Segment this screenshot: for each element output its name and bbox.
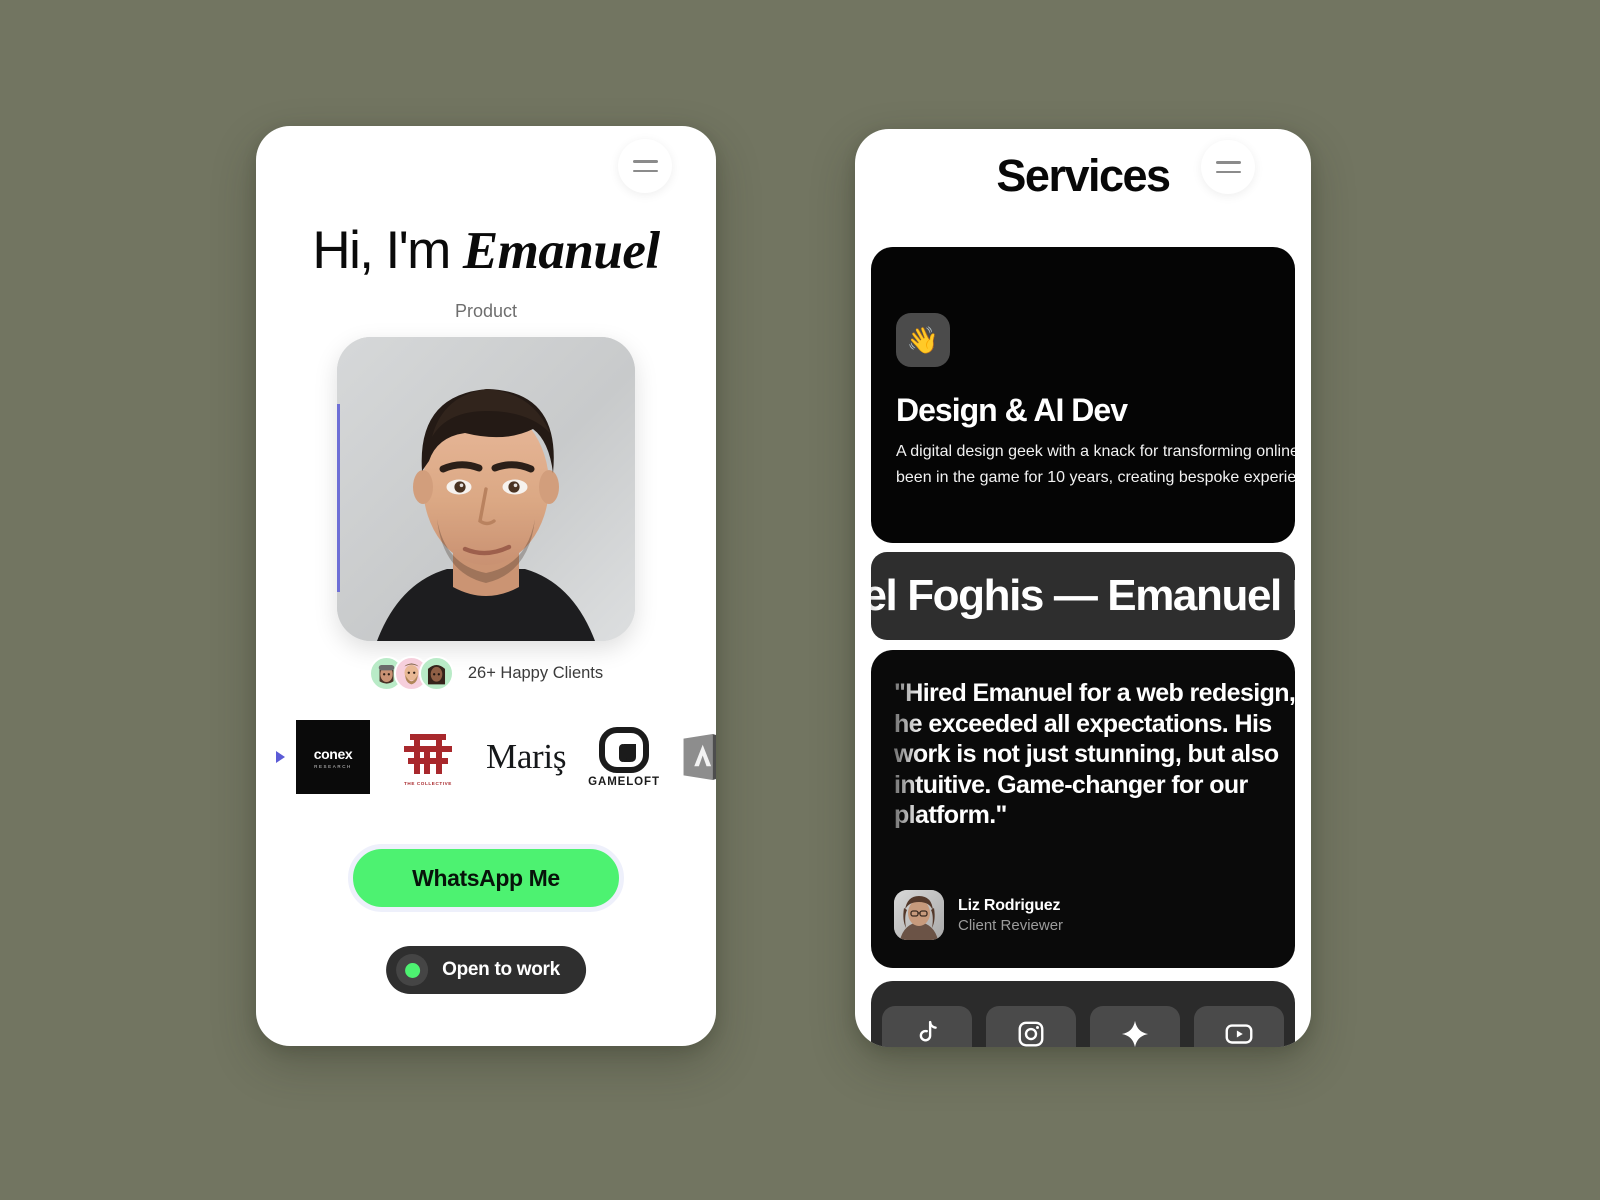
tiktok-icon[interactable] [882,1006,972,1047]
avatar [418,656,454,691]
testimonial-quote: "Hired Emanuel for a web redesign, he ex… [894,679,1295,829]
instagram-glyph [1018,1021,1044,1047]
tiktok-glyph [919,1020,937,1042]
status-badge[interactable]: Open to work [386,946,586,994]
testimonial-author: Liz Rodriguez Client Reviewer [894,890,1063,940]
portrait-illustration [337,337,635,641]
service-body-line-2: been in the game for 10 years, creating … [896,468,1295,486]
reviewer-name: Liz Rodriguez [958,896,1061,914]
menu-bar-1 [1215,161,1241,164]
client-logo-conex: conex RESEARCH [296,720,370,794]
status-dot [404,962,420,978]
collective-stamp-icon [404,733,452,774]
client-logo-gameloft: GAMELOFT [588,720,660,794]
menu-bar-1 [632,160,658,163]
hamburger-menu-icon[interactable] [618,139,672,193]
reviewer-role: Client Reviewer [958,916,1064,934]
name-marquee-text: uel Foghis — Emanuel Foghis — Eman [871,571,1295,620]
memoji-3-icon [427,664,445,685]
greeting-prefix: Hi, I'm [312,221,463,280]
hero-subtitle: Product [454,301,518,321]
phone-mockup-left: Hi, I'm Emanuel Product 26+ Happy Client… [256,126,716,1046]
portrait-photo [337,337,635,641]
phone-mockup-right: Services 👋 Design & AI Dev A digital des… [855,129,1311,1047]
name-marquee: uel Foghis — Emanuel Foghis — Eman [871,552,1295,640]
whatsapp-button[interactable]: WhatsApp Me [348,844,624,912]
screenshot-stage: Hi, I'm Emanuel Product 26+ Happy Client… [0,0,1600,1200]
happy-clients-row: 26+ Happy Clients [256,656,716,691]
status-dot-container [396,954,429,986]
status-badge-label: Open to work [442,959,560,980]
youtube-glyph [1225,1024,1253,1044]
hero-name: Emanuel [462,222,660,280]
testimonial-author-info: Liz Rodriguez Client Reviewer [958,897,1063,934]
client-logo-partial [682,725,716,789]
gameloft-mark-icon [599,726,650,773]
service-card-body: A digital design geek with a knack for t… [896,439,1295,490]
gameloft-logo-text: GAMELOFT [588,775,660,788]
collective-logo-sub: THE COLLECTIVE [404,780,452,786]
service-card[interactable]: 👋 Design & AI Dev A digital design geek … [871,247,1295,543]
social-links-bar [871,981,1295,1047]
conex-logo-name: conex [313,745,353,762]
service-card-heading: Design & AI Dev [896,392,1128,428]
sparkle-icon[interactable] [1090,1006,1180,1047]
carousel-next-arrow[interactable] [276,751,285,763]
avatar [894,890,944,940]
youtube-icon[interactable] [1194,1006,1284,1047]
menu-bar-2 [632,169,658,172]
client-avatar-stack [368,656,454,691]
hamburger-menu-icon[interactable] [1201,140,1255,194]
sparkle-glyph [1121,1020,1149,1047]
client-logo-maris: Mariş [486,737,567,776]
service-body-line-1: A digital design geek with a knack for t… [896,443,1295,460]
conex-logo-sub: RESEARCH [314,763,352,769]
reviewer-photo-icon [894,890,944,940]
client-logo-carousel[interactable]: conex RESEARCH THE COLLECTIVE Mariş GAME… [256,718,716,796]
client-logo-the-collective: THE COLLECTIVE [392,720,464,794]
instagram-icon[interactable] [986,1006,1076,1047]
testimonial-card[interactable]: "Hired Emanuel for a web redesign, he ex… [871,650,1295,968]
waving-hand-icon: 👋 [896,313,950,367]
partial-logo-icon [683,734,716,780]
page-title: Hi, I'm Emanuel [256,220,716,281]
happy-clients-label: 26+ Happy Clients [467,664,604,682]
menu-bar-2 [1215,170,1241,173]
